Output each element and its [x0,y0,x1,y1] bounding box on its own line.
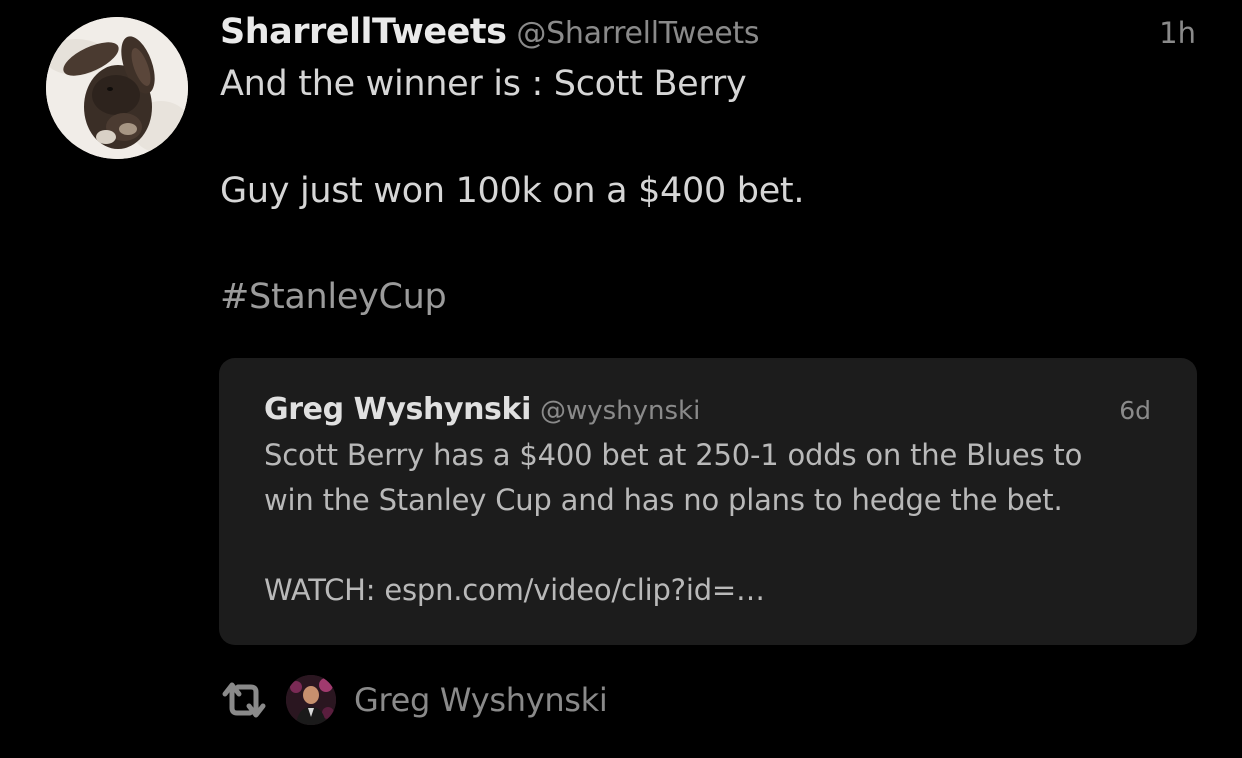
retweeter-name[interactable]: Greg Wyshynski [354,681,608,719]
author-avatar[interactable] [46,17,188,159]
bunny-avatar-icon [46,17,188,159]
quoted-author-handle: @wyshynski [539,396,701,426]
retweet-icon [222,682,266,718]
quoted-tweet-timestamp: 6d [1119,396,1151,425]
author-display-name[interactable]: SharrellTweets [220,12,507,52]
quoted-tweet-text-line: win the Stanley Cup and has no plans to … [264,483,1063,517]
retweeted-by-row[interactable]: Greg Wyshynski [219,672,608,728]
quoted-tweet-text-line: Scott Berry has a $400 bet at 250-1 odds… [264,438,1083,472]
tweet[interactable]: SharrellTweets @SharrellTweets 1h And th… [0,0,1242,758]
hashtag-link[interactable]: #StanleyCup [220,277,447,317]
tweet-timestamp: 1h [1159,16,1196,50]
tweet-text-line: And the winner is : Scott Berry [220,64,747,104]
quoted-author-name: Greg Wyshynski [264,392,531,427]
person-avatar-icon [286,675,336,725]
quoted-tweet-header: Greg Wyshynski @wyshynski [264,392,700,427]
quoted-tweet-card[interactable]: Greg Wyshynski @wyshynski 6d Scott Berry… [219,358,1197,645]
quoted-tweet-link-line[interactable]: WATCH: espn.com/video/clip?id=… [264,573,765,607]
tweet-header: SharrellTweets @SharrellTweets [220,12,759,56]
author-handle[interactable]: @SharrellTweets [516,16,759,51]
retweeter-avatar[interactable] [286,675,336,725]
tweet-text-line: Guy just won 100k on a $400 bet. [220,171,805,211]
